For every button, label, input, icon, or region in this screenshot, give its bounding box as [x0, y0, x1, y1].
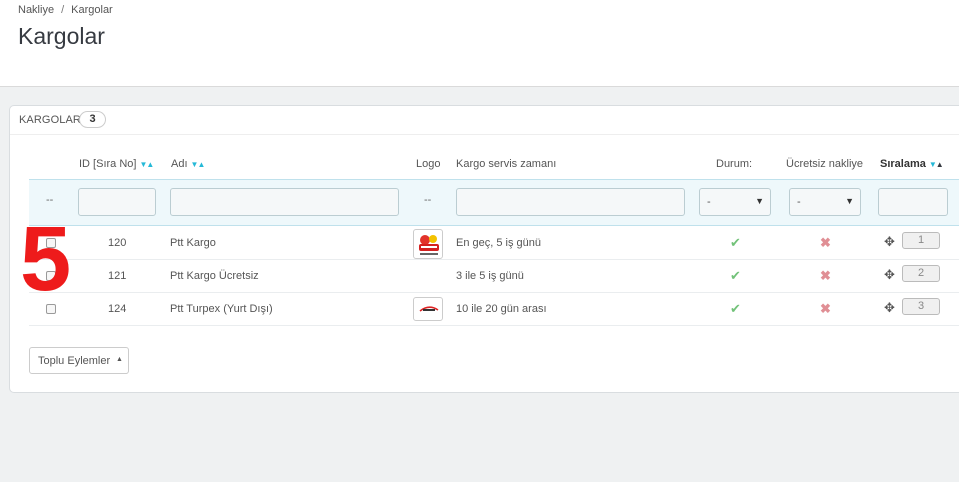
filter-name-input[interactable]: [170, 188, 399, 216]
cross-icon[interactable]: ✖: [820, 268, 831, 284]
filter-delay-input[interactable]: [456, 188, 685, 216]
sort-icon[interactable]: ▼▲: [191, 160, 206, 169]
column-header-id: ID [Sıra No] ▼▲: [79, 158, 154, 170]
bulk-actions-button[interactable]: Toplu Eylemler ▲: [29, 347, 129, 374]
bulk-actions-label: Toplu Eylemler: [38, 355, 111, 367]
filter-check-placeholder: --: [46, 194, 54, 206]
check-icon[interactable]: ✔: [730, 235, 741, 251]
column-name-label: Adı: [171, 158, 188, 170]
caret-down-icon: ▼: [845, 196, 854, 206]
row-name: Ptt Turpex (Yurt Dışı): [170, 303, 273, 315]
table-row[interactable]: 120 Ptt Kargo En geç, 5 iş günü ✔ ✖ ✥ 1: [29, 227, 959, 260]
column-header-free-shipping: Ücretsiz nakliye: [786, 158, 864, 170]
row-id: 120: [108, 237, 127, 249]
cross-icon[interactable]: ✖: [820, 301, 831, 317]
table-row[interactable]: 121 Ptt Kargo Ücretsiz 3 ile 5 iş günü ✔…: [29, 260, 959, 293]
breadcrumb-separator: /: [61, 4, 65, 16]
filter-free-select[interactable]: - ▼: [789, 188, 861, 216]
position-badge: 2: [902, 265, 940, 282]
move-icon[interactable]: ✥: [884, 267, 895, 283]
column-header-position: Sıralama ▼▲: [880, 158, 944, 170]
table-row[interactable]: 124 Ptt Turpex (Yurt Dışı) 10 ile 20 gün…: [29, 293, 959, 326]
position-badge: 3: [902, 298, 940, 315]
column-header-delay: Kargo servis zamanı: [456, 158, 557, 170]
caret-down-icon: ▼: [755, 196, 764, 206]
column-header-logo: Logo: [416, 158, 441, 170]
carrier-logo: [413, 229, 443, 259]
row-delay: 10 ile 20 gün arası: [456, 303, 547, 315]
row-name: Ptt Kargo: [170, 237, 216, 249]
filter-status-value: -: [707, 196, 711, 208]
sort-icon[interactable]: ▼▲: [139, 160, 154, 169]
check-icon[interactable]: ✔: [730, 268, 741, 284]
column-id-label: ID [Sıra No]: [79, 158, 137, 170]
filter-free-value: -: [797, 196, 801, 208]
panel-heading: KARGOLAR 3: [10, 106, 959, 135]
caret-up-icon: ▲: [116, 356, 123, 363]
overlay-number: 5: [20, 208, 72, 310]
breadcrumb-parent[interactable]: Nakliye: [18, 4, 54, 16]
check-icon[interactable]: ✔: [730, 301, 741, 317]
sort-icon[interactable]: ▼▲: [929, 160, 944, 169]
column-header-name: Adı ▼▲: [171, 158, 206, 170]
cross-icon[interactable]: ✖: [820, 235, 831, 251]
row-id: 121: [108, 270, 127, 282]
page-title: Kargolar: [18, 23, 105, 49]
position-badge: 1: [902, 232, 940, 249]
page-header: Nakliye / Kargolar Kargolar: [0, 0, 959, 87]
carrier-logo: [413, 297, 443, 321]
row-id: 124: [108, 303, 127, 315]
filter-id-input[interactable]: [78, 188, 156, 216]
filter-position-input[interactable]: [878, 188, 948, 216]
filter-status-select[interactable]: - ▼: [699, 188, 771, 216]
carriers-panel: KARGOLAR 3 ID [Sıra No] ▼▲ Adı ▼▲ Logo Kar…: [9, 105, 959, 393]
column-position-label: Sıralama: [880, 158, 926, 170]
panel-title: KARGOLAR: [19, 114, 81, 126]
row-delay: En geç, 5 iş günü: [456, 237, 542, 249]
column-header-status: Durum:: [716, 158, 753, 170]
move-icon[interactable]: ✥: [884, 300, 895, 316]
breadcrumb: Nakliye / Kargolar: [18, 4, 113, 16]
move-icon[interactable]: ✥: [884, 234, 895, 250]
breadcrumb-current: Kargolar: [71, 4, 113, 16]
filter-row: -- -- - ▼ - ▼: [29, 179, 959, 226]
count-badge: 3: [79, 111, 106, 128]
row-name: Ptt Kargo Ücretsiz: [170, 270, 259, 282]
row-delay: 3 ile 5 iş günü: [456, 270, 524, 282]
filter-logo-placeholder: --: [424, 194, 432, 206]
